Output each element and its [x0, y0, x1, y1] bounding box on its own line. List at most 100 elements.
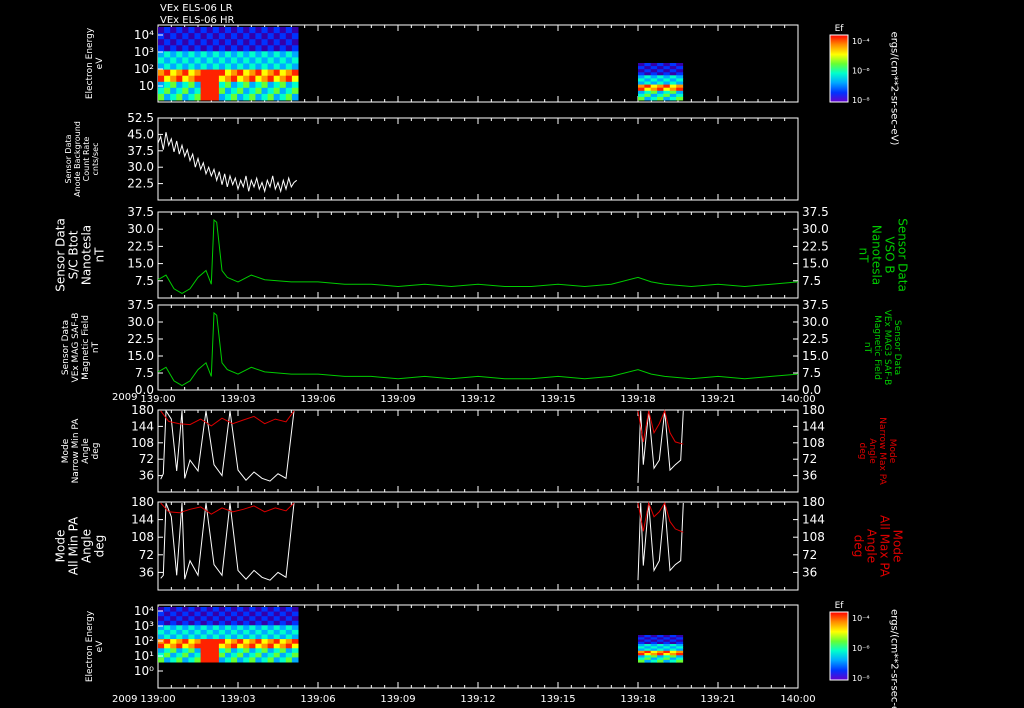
heatmap-cell	[237, 634, 244, 640]
heatmap-cell	[249, 625, 256, 631]
heatmap-cell	[231, 634, 238, 640]
series-line-max-pa-2	[637, 409, 684, 445]
heatmap-cell	[243, 33, 250, 40]
heatmap-cell	[243, 57, 250, 64]
y-axis-label-line: nT	[93, 247, 107, 263]
heatmap-cell	[237, 652, 244, 658]
heatmap-cell	[237, 69, 244, 77]
right-axis-label-line: All Max PA	[878, 515, 892, 578]
heatmap-cell	[225, 611, 232, 617]
heatmap-cell	[225, 57, 232, 64]
heatmap-cell	[206, 81, 214, 89]
heatmap-cell	[164, 643, 171, 649]
heatmap-cell	[176, 639, 183, 645]
heatmap-cell	[225, 81, 232, 89]
y-axis-label-line: Anode Background	[73, 121, 82, 197]
heatmap-cell	[279, 27, 287, 34]
heatmap-cell	[267, 629, 275, 635]
heatmap-cell	[657, 81, 664, 86]
heatmap-cell	[285, 33, 293, 40]
heatmap-cell	[176, 629, 183, 635]
heatmap-cell	[188, 634, 195, 640]
y-tick-label: 72	[139, 452, 154, 466]
heatmap-cell	[650, 69, 658, 73]
heatmap-cell	[176, 87, 183, 95]
heatmap-cell	[273, 652, 281, 658]
heatmap-cell	[663, 75, 671, 79]
heatmap-cell	[267, 611, 275, 617]
y-axis-label-line: Nanotesla	[80, 225, 94, 285]
heatmap-cell	[267, 75, 275, 83]
heatmap-cell	[291, 33, 299, 40]
heatmap-cell	[663, 659, 671, 663]
heatmap-cell	[669, 659, 677, 663]
heatmap-cell	[225, 620, 232, 626]
heatmap-cell	[170, 81, 177, 89]
heatmap-cell	[194, 629, 202, 635]
heatmap-cell	[273, 611, 281, 617]
heatmap-cell	[170, 648, 177, 654]
heatmap-cell	[212, 39, 220, 46]
heatmap-cell	[255, 39, 262, 46]
y-axis-label-line: Sensor Data	[54, 218, 68, 292]
heatmap-cell	[255, 75, 262, 83]
heatmap-cell	[225, 616, 232, 622]
heatmap-cell	[225, 69, 232, 77]
heatmap-cell	[676, 69, 684, 73]
heatmap-cell	[200, 81, 208, 89]
heatmap-cell	[261, 81, 269, 89]
heatmap-cell	[194, 607, 202, 613]
heatmap-cell	[279, 611, 287, 617]
heatmap-cell	[657, 66, 664, 70]
heatmap-cell	[212, 81, 220, 89]
heatmap-cell	[206, 629, 214, 635]
heatmap-cell	[176, 75, 183, 83]
heatmap-cell	[212, 51, 220, 58]
heatmap-cell	[200, 639, 208, 645]
heatmap-cell	[206, 63, 214, 71]
heatmap-cell	[273, 87, 281, 95]
heatmap-cell	[218, 629, 226, 635]
heatmap-cell	[170, 607, 177, 613]
heatmap-cell	[663, 93, 671, 98]
heatmap-cell	[164, 625, 171, 631]
heatmap-cell	[644, 96, 652, 101]
heatmap-cell	[273, 45, 281, 52]
heatmap-cell	[158, 611, 165, 617]
heatmap-cell	[267, 33, 275, 40]
heatmap-cell	[158, 69, 165, 77]
heatmap-cell	[249, 652, 256, 658]
heatmap-cell	[267, 51, 275, 58]
right-axis-label-line: Angle	[867, 438, 877, 464]
heatmap-cell	[212, 607, 220, 613]
heatmap-cell	[285, 75, 293, 83]
heatmap-cell	[255, 643, 262, 649]
right-axis-label-line: Angle	[865, 529, 879, 563]
heatmap-cell	[206, 620, 214, 626]
heatmap-cell	[267, 634, 275, 640]
heatmap-cell	[237, 51, 244, 58]
heatmap-cell	[176, 81, 183, 89]
heatmap-cell	[657, 63, 664, 67]
heatmap-cell	[194, 33, 202, 40]
heatmap-cell	[273, 616, 281, 622]
heatmap-cell	[158, 33, 165, 40]
heatmap-cell	[273, 57, 281, 64]
heatmap-cell	[279, 629, 287, 635]
heatmap-cell	[676, 66, 684, 70]
heatmap-cell	[231, 625, 238, 631]
heatmap-cell	[255, 45, 262, 52]
heatmap-cell	[231, 652, 238, 658]
y-tick-label: 52.5	[127, 111, 154, 125]
heatmap-cell	[237, 81, 244, 89]
heatmap-cell	[279, 643, 287, 649]
heatmap-cell	[188, 625, 195, 631]
heatmap-cell	[676, 63, 684, 67]
heatmap-cell	[255, 69, 262, 77]
panel-narrow-pa: 180 180144 144108 10872 7236 36Mode Narrow Min…	[61, 403, 897, 493]
heatmap-cell	[200, 648, 208, 654]
heatmap-cell	[188, 607, 195, 613]
heatmap-cell	[279, 648, 287, 654]
heatmap-cell	[225, 625, 232, 631]
heatmap-cell	[261, 39, 269, 46]
